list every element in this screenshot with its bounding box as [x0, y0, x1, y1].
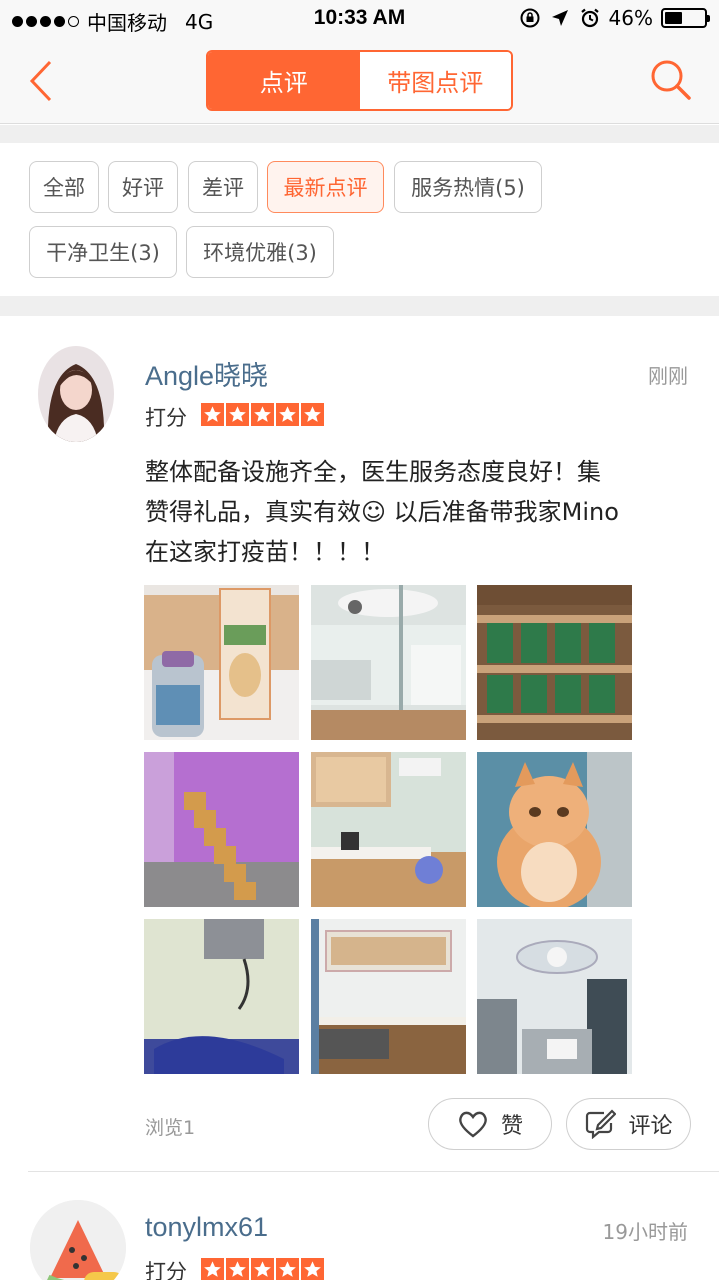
like-button[interactable]: 赞	[428, 1098, 552, 1150]
review-photo[interactable]	[311, 752, 466, 907]
review-photo[interactable]	[144, 752, 299, 907]
review-username[interactable]: Angle晓晓	[145, 354, 268, 393]
alarm-icon	[580, 8, 599, 28]
rating-label: 打分	[145, 1260, 187, 1280]
star-icon	[226, 1258, 249, 1280]
avatar[interactable]	[38, 346, 114, 442]
review-text: 整体配备设施齐全，医生服务态度良好！集 赞得礼品，真实有效☺ 以后准备带我家Mi…	[145, 452, 695, 572]
review-type-toggle: 点评 带图点评	[206, 50, 513, 111]
comment-label: 评论	[628, 1114, 673, 1139]
watermelon-avatar-icon	[30, 1200, 126, 1280]
filter-latest[interactable]: 最新点评	[267, 161, 384, 213]
review-photo[interactable]	[311, 919, 466, 1074]
back-button[interactable]	[22, 58, 62, 104]
star-icon	[201, 403, 224, 426]
filter-positive[interactable]: 好评	[108, 161, 178, 213]
comment-button[interactable]: 评论	[566, 1098, 691, 1150]
carrier-name: 中国移动	[87, 11, 167, 35]
star-icon	[301, 403, 324, 426]
review-text-line: 整体配备设施齐全，医生服务态度良好！集	[145, 458, 601, 486]
rotation-lock-icon	[520, 8, 540, 28]
star-icon	[226, 403, 249, 426]
review-photo[interactable]	[477, 752, 632, 907]
user-avatar-image	[38, 346, 114, 442]
signal-icon	[12, 16, 79, 27]
star-icon	[301, 1258, 324, 1280]
like-label: 赞	[500, 1114, 523, 1139]
battery-percent: 46%	[608, 6, 653, 30]
tab-photo-reviews[interactable]: 带图点评	[359, 52, 511, 109]
star-icon	[251, 1258, 274, 1280]
location-arrow-icon	[551, 10, 568, 26]
review-time: 刚刚	[648, 364, 688, 388]
star-rating	[201, 403, 324, 426]
chevron-left-icon	[29, 60, 52, 102]
review-photo[interactable]	[311, 585, 466, 740]
filter-negative[interactable]: 差评	[188, 161, 258, 213]
status-bar: 中国移动 4G 10:33 AM 46%	[0, 0, 719, 40]
photo-grid	[144, 585, 633, 1075]
review-username[interactable]: tonylmx61	[145, 1212, 268, 1243]
section-gap	[0, 296, 719, 316]
star-icon	[251, 403, 274, 426]
review-photo[interactable]	[144, 919, 299, 1074]
battery-fill	[665, 12, 683, 24]
filter-all[interactable]: 全部	[29, 161, 99, 213]
network-type: 4G	[185, 9, 214, 34]
review-card: tonylmx61 19小时前 打分	[0, 1172, 719, 1280]
battery-icon	[661, 8, 710, 28]
star-icon	[276, 403, 299, 426]
filter-environment[interactable]: 环境优雅(3)	[186, 226, 334, 278]
nav-bar: 点评 带图点评	[0, 40, 719, 124]
view-count: 浏览1	[145, 1117, 196, 1139]
star-rating	[201, 1258, 324, 1280]
avatar[interactable]	[30, 1200, 126, 1280]
review-photo[interactable]	[477, 585, 632, 740]
filter-tags: 全部 好评 差评 最新点评 服务热情(5) 干净卫生(3) 环境优雅(3)	[0, 143, 719, 296]
search-icon	[651, 60, 691, 100]
star-icon	[276, 1258, 299, 1280]
review-photo[interactable]	[477, 919, 632, 1074]
section-gap	[0, 125, 719, 143]
star-icon	[201, 1258, 224, 1280]
review-text-line: 赞得礼品，真实有效☺ 以后准备带我家Mino	[145, 498, 619, 526]
status-left: 中国移动 4G	[12, 7, 213, 36]
tab-reviews[interactable]: 点评	[208, 52, 360, 109]
filter-clean[interactable]: 干净卫生(3)	[29, 226, 177, 278]
review-time: 19小时前	[602, 1220, 688, 1244]
rating-label: 打分	[145, 406, 187, 430]
review-card: Angle晓晓 刚刚 打分 整体配备设施齐全，医生服务态度良好！集 赞得礼品，真…	[0, 316, 719, 1172]
filter-friendly-service[interactable]: 服务热情(5)	[394, 161, 542, 213]
review-photo[interactable]	[144, 585, 299, 740]
search-button[interactable]	[649, 58, 693, 102]
review-text-line: 在这家打疫苗！！！！	[145, 538, 385, 566]
heart-icon	[459, 1111, 487, 1138]
status-right: 46%	[519, 6, 710, 30]
edit-comment-icon	[586, 1109, 617, 1139]
